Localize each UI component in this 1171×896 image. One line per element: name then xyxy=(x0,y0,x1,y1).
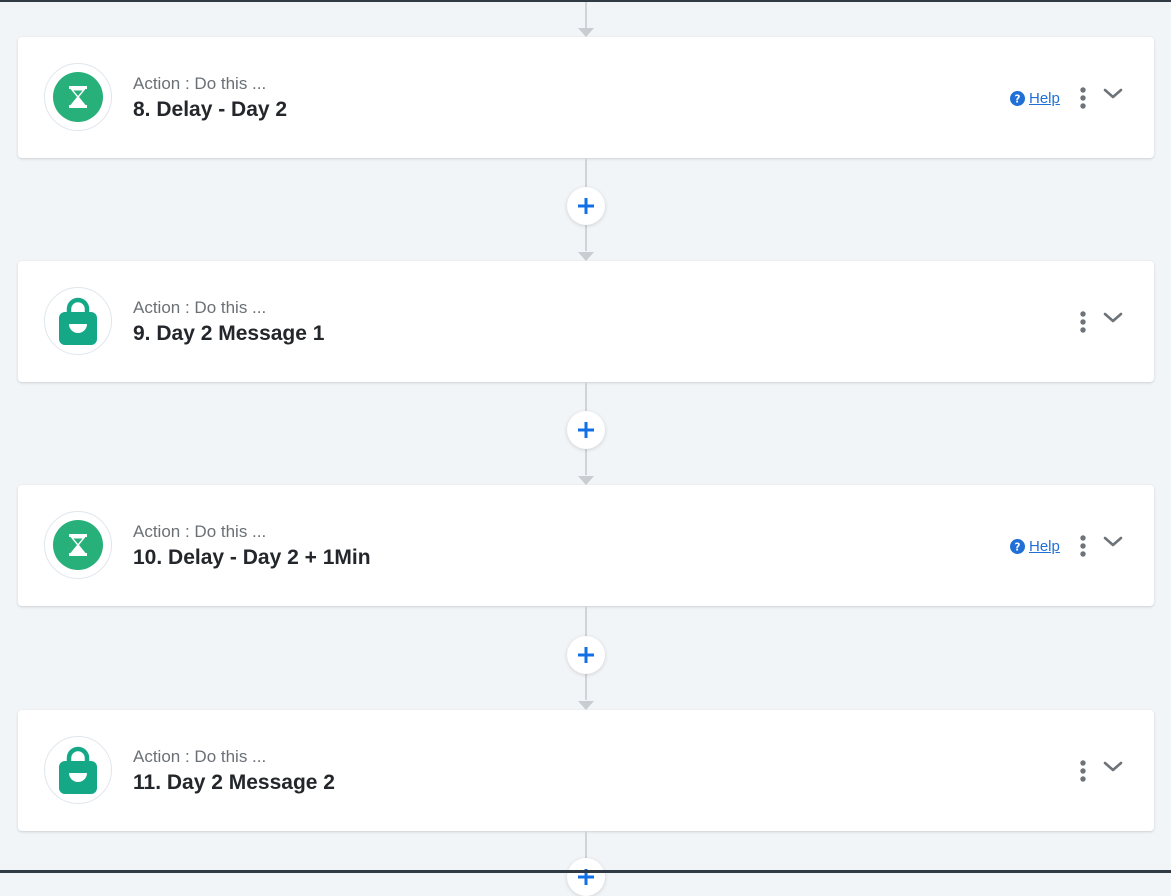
step-icon-container xyxy=(44,736,112,804)
more-options-icon[interactable] xyxy=(1076,534,1090,558)
help-label[interactable]: Help xyxy=(1029,538,1060,555)
step-title[interactable]: 9. Day 2 Message 1 xyxy=(133,322,324,346)
step-title[interactable]: 8. Delay - Day 2 xyxy=(133,98,287,122)
more-options-icon[interactable] xyxy=(1076,310,1090,334)
question-circle-icon: ? xyxy=(1010,90,1025,106)
add-step-button[interactable] xyxy=(567,636,605,674)
shopping-bag-icon xyxy=(56,746,100,794)
chevron-down-icon[interactable] xyxy=(1102,310,1124,326)
chevron-down-icon[interactable] xyxy=(1102,86,1124,102)
step-subtitle: Action : Do this ... xyxy=(133,298,267,317)
connector-arrow xyxy=(578,28,594,37)
step-icon-container xyxy=(44,511,112,579)
question-circle-icon: ? xyxy=(1010,538,1025,554)
more-options-icon[interactable] xyxy=(1076,759,1090,783)
add-step-button[interactable] xyxy=(567,858,605,896)
workflow-step-card[interactable]: Action : Do this ... 10. Delay - Day 2 +… xyxy=(18,485,1154,606)
step-subtitle: Action : Do this ... xyxy=(133,747,267,766)
chevron-down-icon[interactable] xyxy=(1102,759,1124,775)
help-link[interactable]: ? Help xyxy=(1010,88,1060,108)
add-step-button[interactable] xyxy=(567,187,605,225)
connector-line xyxy=(585,2,587,28)
step-subtitle: Action : Do this ... xyxy=(133,74,267,93)
hourglass-icon xyxy=(53,72,103,122)
shopping-bag-icon xyxy=(56,297,100,345)
step-title[interactable]: 11. Day 2 Message 2 xyxy=(133,771,335,795)
workflow-step-card[interactable]: Action : Do this ... 11. Day 2 Message 2 xyxy=(18,710,1154,831)
workflow-step-card[interactable]: Action : Do this ... 8. Delay - Day 2 ? … xyxy=(18,37,1154,158)
help-label[interactable]: Help xyxy=(1029,90,1060,107)
step-icon-container xyxy=(44,287,112,355)
workflow-step-card[interactable]: Action : Do this ... 9. Day 2 Message 1 xyxy=(18,261,1154,382)
connector-arrow xyxy=(578,701,594,710)
step-title[interactable]: 10. Delay - Day 2 + 1Min xyxy=(133,546,371,570)
hourglass-icon xyxy=(53,520,103,570)
connector-arrow xyxy=(578,252,594,261)
svg-text:?: ? xyxy=(1015,93,1021,105)
add-step-button[interactable] xyxy=(567,411,605,449)
step-subtitle: Action : Do this ... xyxy=(133,522,267,541)
chevron-down-icon[interactable] xyxy=(1102,534,1124,550)
svg-text:?: ? xyxy=(1015,541,1021,553)
connector-arrow xyxy=(578,476,594,485)
more-options-icon[interactable] xyxy=(1076,86,1090,110)
step-icon-container xyxy=(44,63,112,131)
help-link[interactable]: ? Help xyxy=(1010,536,1060,556)
